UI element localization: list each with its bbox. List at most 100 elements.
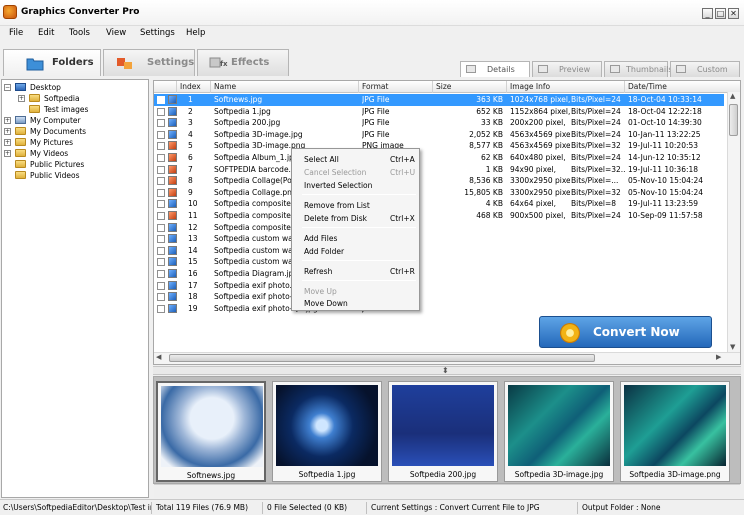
- menu-edit[interactable]: Edit: [38, 28, 54, 38]
- tab-effects[interactable]: fx Effects: [197, 49, 289, 76]
- row-checkbox[interactable]: [157, 246, 165, 255]
- table-row[interactable]: 19Softpedia exif photo-QR.jpgJPG File: [154, 303, 724, 315]
- column-format[interactable]: Format: [359, 81, 433, 93]
- table-row[interactable]: 18 Softpedia exif photo-geo: [154, 291, 724, 303]
- table-row[interactable]: 6 Softpedia Album_1.jpg 62 KB 640x480 pixel…: [154, 152, 724, 164]
- row-checkbox[interactable]: [157, 281, 165, 290]
- menu-refresh[interactable]: Refresh: [304, 266, 332, 277]
- table-row[interactable]: 4 Softpedia 3D-image.jpg JPG File 2,052 KB 4…: [154, 129, 724, 141]
- row-checkbox[interactable]: [157, 258, 165, 267]
- collapse-icon[interactable]: −: [4, 84, 11, 91]
- column-index[interactable]: Index: [177, 81, 211, 93]
- row-checkbox[interactable]: [157, 293, 165, 302]
- table-row[interactable]: 5 Softpedia 3D-image.png PNG image 8,577 KB…: [154, 140, 724, 152]
- row-checkbox[interactable]: [157, 177, 165, 186]
- expand-icon[interactable]: +: [4, 128, 11, 135]
- table-row[interactable]: 3 Softpedia 200.jpg JPG File 33 KB 200x200 p…: [154, 117, 724, 129]
- row-checkbox[interactable]: [157, 119, 165, 128]
- row-checkbox[interactable]: [157, 130, 165, 139]
- table-row[interactable]: 14 Softpedia custom wallp: [154, 245, 724, 257]
- menu-cancel-selection[interactable]: Cancel Selection: [304, 167, 366, 178]
- menu-move-up[interactable]: Move Up: [304, 286, 337, 297]
- table-row[interactable]: 15 Softpedia custom wallp: [154, 256, 724, 268]
- tab-thumbnails[interactable]: Thumbnails: [604, 61, 672, 77]
- expand-icon[interactable]: +: [4, 117, 11, 124]
- thumbnail-item[interactable]: Softnews.jpg: [156, 381, 266, 482]
- row-checkbox[interactable]: [157, 165, 165, 174]
- column-size[interactable]: Size: [433, 81, 507, 93]
- tree-item-my-videos[interactable]: + My Videos: [4, 148, 144, 159]
- minimize-button[interactable]: _: [702, 8, 713, 19]
- table-row[interactable]: 10 Softpedia composite.jpg 4 KB 64x64 pixel…: [154, 198, 724, 210]
- file-list-horizontal-scroll-thumb[interactable]: [169, 354, 595, 362]
- menu-add-folder[interactable]: Add Folder: [304, 246, 344, 257]
- row-checkbox[interactable]: [157, 188, 165, 197]
- tab-preview[interactable]: Preview: [532, 61, 602, 77]
- menu-delete-from-disk[interactable]: Delete from Disk: [304, 213, 367, 224]
- tree-item-public-videos[interactable]: Public Videos: [4, 170, 144, 181]
- menu-add-files[interactable]: Add Files: [304, 233, 337, 244]
- menu-remove-from-list[interactable]: Remove from List: [304, 200, 370, 211]
- folder-tree[interactable]: − Desktop + Softpedia Test images + My C…: [1, 79, 149, 498]
- row-checkbox[interactable]: [157, 304, 165, 313]
- table-row[interactable]: 2 Softpedia 1.jpg JPG File 652 KB 1152x864 p…: [154, 106, 724, 118]
- menu-file[interactable]: File: [9, 28, 23, 38]
- row-checkbox[interactable]: [157, 96, 165, 104]
- thumbnail-item[interactable]: Softpedia 3D-image.png: [620, 381, 730, 482]
- expand-icon[interactable]: +: [18, 95, 25, 102]
- tab-details[interactable]: Details: [460, 61, 530, 77]
- row-checkbox[interactable]: [157, 212, 165, 220]
- table-row[interactable]: 11 Softpedia composite.pn 468 KB 900x500 pi…: [154, 210, 724, 222]
- tab-folders[interactable]: Folders: [3, 49, 101, 76]
- menu-view[interactable]: View: [106, 28, 126, 38]
- column-date-time[interactable]: Date/Time: [625, 81, 740, 93]
- table-row[interactable]: 12 Softpedia compositema: [154, 222, 724, 234]
- scroll-down-icon[interactable]: ▼: [730, 343, 735, 351]
- splitter-handle-icon[interactable]: ⬍: [442, 366, 449, 375]
- table-row[interactable]: 9 Softpedia Collage.png 15,805 KB 3300x2950…: [154, 187, 724, 199]
- tree-item-my-documents[interactable]: + My Documents: [4, 126, 144, 137]
- scroll-left-icon[interactable]: ◀: [156, 353, 161, 361]
- column-image-info[interactable]: Image Info: [507, 81, 625, 93]
- row-checkbox[interactable]: [157, 270, 165, 278]
- tree-item-public-pictures[interactable]: Public Pictures: [4, 159, 144, 170]
- tree-item-desktop[interactable]: − Desktop: [4, 82, 144, 93]
- tab-custom[interactable]: Custom: [670, 61, 740, 77]
- tree-item-test-images[interactable]: Test images: [4, 104, 144, 115]
- thumbnail-horizontal-scrollbar[interactable]: [154, 484, 740, 498]
- tree-item-my-computer[interactable]: + My Computer: [4, 115, 144, 126]
- row-checkbox[interactable]: [157, 142, 165, 151]
- table-row[interactable]: 13 Softpedia custom wallp: [154, 233, 724, 245]
- table-row[interactable]: 8 Softpedia Collage(Powe 8,536 KB 3300x2950…: [154, 175, 724, 187]
- thumbnail-item[interactable]: Softpedia 1.jpg: [272, 381, 382, 482]
- menu-tools[interactable]: Tools: [69, 28, 90, 38]
- row-checkbox[interactable]: [157, 107, 165, 116]
- table-row[interactable]: 1 Softnews.jpg JPG File 363 KB 1024x768 pixe…: [154, 94, 724, 106]
- table-row[interactable]: 7 SOFTPEDIA barcode.F 1 KB 94x90 pixel, Bits…: [154, 164, 724, 176]
- tab-settings[interactable]: Settings: [103, 49, 195, 76]
- convert-now-button[interactable]: Convert Now: [539, 316, 712, 348]
- thumbnail-item[interactable]: Softpedia 200.jpg: [388, 381, 498, 482]
- menu-inverted-selection[interactable]: Inverted Selection: [304, 180, 372, 191]
- file-list-vertical-scroll-thumb[interactable]: [729, 104, 738, 136]
- thumbnail-item[interactable]: Softpedia 3D-image.jpg: [504, 381, 614, 482]
- column-checkbox[interactable]: [154, 81, 177, 93]
- close-button[interactable]: ✕: [728, 8, 739, 19]
- table-row[interactable]: 16 Softpedia Diagram.jpg: [154, 268, 724, 280]
- thumbnail-strip[interactable]: Softnews.jpg Softpedia 1.jpg Softpedia 2…: [153, 376, 741, 484]
- column-name[interactable]: Name: [211, 81, 359, 93]
- row-checkbox[interactable]: [157, 235, 165, 244]
- menu-move-down[interactable]: Move Down: [304, 298, 348, 309]
- row-checkbox[interactable]: [157, 200, 165, 209]
- maximize-button[interactable]: □: [715, 8, 726, 19]
- row-checkbox[interactable]: [157, 154, 165, 162]
- expand-icon[interactable]: +: [4, 150, 11, 157]
- scroll-right-icon[interactable]: ▶: [716, 353, 721, 361]
- tree-item-my-pictures[interactable]: + My Pictures: [4, 137, 144, 148]
- menu-select-all[interactable]: Select All: [304, 154, 339, 165]
- table-row[interactable]: 17 Softpedia exif photo.jpg: [154, 280, 724, 292]
- row-checkbox[interactable]: [157, 223, 165, 232]
- menu-help[interactable]: Help: [186, 28, 205, 38]
- scroll-up-icon[interactable]: ▲: [730, 92, 735, 100]
- menu-settings[interactable]: Settings: [140, 28, 175, 38]
